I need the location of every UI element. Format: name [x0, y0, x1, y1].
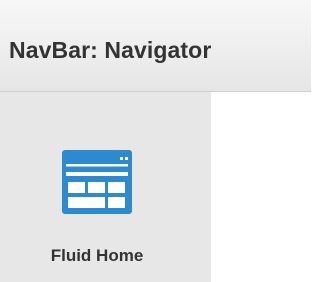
navigator-panel: Fluid Home: [0, 92, 211, 282]
navbar-header: NavBar: Navigator: [0, 0, 311, 92]
tile-fluid-home[interactable]: Fluid Home: [38, 148, 178, 278]
fluid-home-icon: [62, 150, 132, 214]
page-title: NavBar: Navigator: [9, 37, 212, 63]
tile-label: Fluid Home: [50, 246, 144, 265]
